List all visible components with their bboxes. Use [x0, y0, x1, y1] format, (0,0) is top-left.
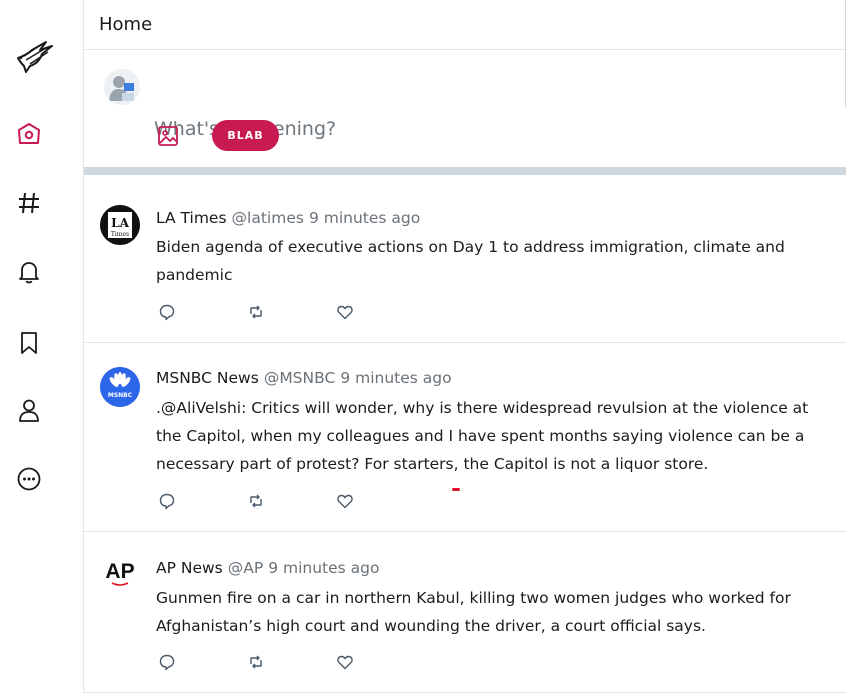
author-handle[interactable]: @AP — [228, 559, 263, 577]
user-icon — [19, 399, 39, 422]
add-image-button[interactable] — [156, 124, 180, 148]
author-name[interactable]: LA Times — [156, 209, 227, 227]
retweet-icon — [250, 305, 262, 319]
sidebar-item-home[interactable] — [14, 119, 44, 149]
post-timestamp[interactable]: 9 minutes ago — [268, 559, 379, 577]
heart-icon — [337, 494, 353, 509]
list-item[interactable]: MSNBC MSNBC News @MSNBC 9 minutes ago .@Al… — [84, 343, 846, 532]
reblab-button[interactable] — [247, 303, 265, 321]
sidebar — [0, 0, 84, 693]
post-header: AP News @AP 9 minutes ago — [156, 559, 380, 577]
post-header: LA Times @latimes 9 minutes ago — [156, 209, 420, 227]
hashtag-icon — [19, 192, 39, 214]
page-header: Home — [84, 0, 846, 50]
post-text: Biden agenda of executive actions on Day… — [156, 238, 785, 284]
like-button[interactable] — [336, 303, 354, 321]
composer — [84, 50, 846, 175]
author-name[interactable]: MSNBC News — [156, 369, 259, 387]
msnbc-logo-icon: MSNBC — [100, 367, 140, 407]
reply-button[interactable] — [158, 653, 176, 671]
comment-icon — [159, 654, 175, 671]
avatar[interactable]: LA Times — [100, 205, 140, 245]
author-handle[interactable]: @MSNBC — [264, 369, 336, 387]
post-header: MSNBC News @MSNBC 9 minutes ago — [156, 369, 452, 387]
post-timestamp[interactable]: 9 minutes ago — [309, 209, 420, 227]
reply-button[interactable] — [158, 492, 176, 510]
svg-text:AP: AP — [105, 560, 134, 583]
main-column: Home BLAB LA Times — [84, 0, 846, 693]
svg-text:Times: Times — [111, 231, 129, 238]
like-button[interactable] — [336, 492, 354, 510]
sidebar-item-profile[interactable] — [14, 395, 44, 425]
post-text: Gunmen fire on a car in northern Kabul, … — [156, 589, 791, 635]
stray-mark — [452, 488, 460, 491]
more-circle-icon — [17, 467, 41, 491]
post-actions — [158, 653, 368, 673]
post-timestamp[interactable]: 9 minutes ago — [340, 369, 451, 387]
bell-icon — [19, 262, 39, 284]
sidebar-item-explore[interactable] — [14, 188, 44, 218]
reply-button[interactable] — [158, 303, 176, 321]
avatar[interactable] — [104, 69, 140, 105]
svg-text:LA: LA — [111, 216, 129, 230]
comment-icon — [159, 493, 175, 510]
bird-logo-icon[interactable] — [12, 36, 56, 76]
sidebar-item-bookmarks[interactable] — [14, 328, 44, 358]
list-item[interactable]: AP AP News @AP 9 minutes ago Gunmen fire o… — [84, 532, 846, 693]
home-icon — [18, 123, 40, 144]
user-avatar-icon — [104, 69, 140, 105]
retweet-icon — [250, 494, 262, 508]
post-actions — [158, 492, 368, 512]
sidebar-item-more[interactable] — [14, 464, 44, 494]
image-icon — [158, 126, 178, 146]
post-actions — [158, 303, 368, 323]
author-name[interactable]: AP News — [156, 559, 223, 577]
heart-icon — [337, 305, 353, 320]
bookmark-icon — [21, 332, 37, 354]
sidebar-item-notifications[interactable] — [14, 257, 44, 287]
avatar[interactable]: AP — [100, 554, 140, 594]
blab-button[interactable]: BLAB — [212, 120, 279, 151]
post-text: .@AliVelshi: Critics will wonder, why is… — [156, 399, 809, 473]
avatar[interactable]: MSNBC — [100, 367, 140, 407]
ap-logo-icon: AP — [105, 560, 135, 586]
comment-icon — [159, 304, 175, 321]
like-button[interactable] — [336, 653, 354, 671]
reblab-button[interactable] — [247, 653, 265, 671]
svg-text:MSNBC: MSNBC — [108, 392, 133, 399]
la-times-logo-icon: LA Times — [100, 205, 140, 245]
author-handle[interactable]: @latimes — [232, 209, 304, 227]
heart-icon — [337, 655, 353, 670]
reblab-button[interactable] — [247, 492, 265, 510]
list-item[interactable]: LA Times LA Times @latimes 9 minutes ago B… — [84, 183, 846, 343]
page-title: Home — [99, 14, 153, 35]
retweet-icon — [250, 655, 262, 669]
